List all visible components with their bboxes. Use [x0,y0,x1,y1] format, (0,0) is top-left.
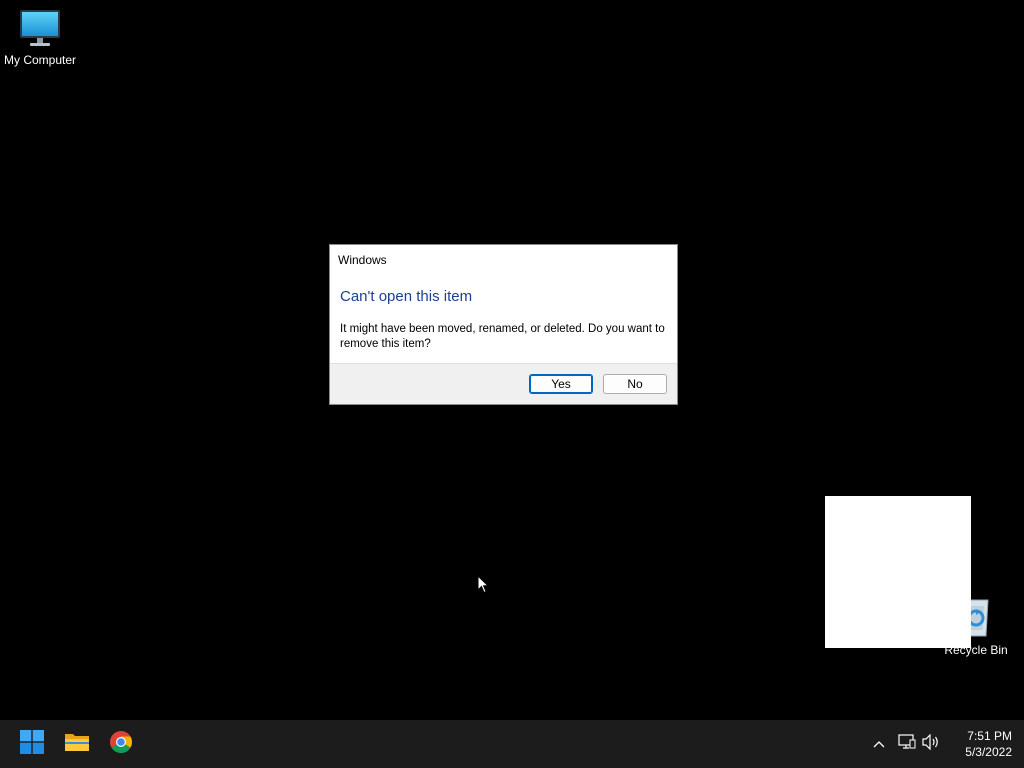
network-button[interactable] [896,732,918,756]
show-hidden-icons-button[interactable] [868,732,890,756]
desktop-icon-my-computer[interactable]: My Computer [0,8,80,67]
network-icon [898,733,916,755]
clock-time: 7:51 PM [967,729,1012,743]
dialog-message: It might have been moved, renamed, or de… [340,323,665,350]
mouse-pointer-icon [477,574,490,599]
desktop: My Computer Recycle Bin Windows Can't op… [0,0,1024,720]
volume-icon [922,733,940,755]
chrome-button[interactable] [103,726,139,762]
windows-start-icon [20,729,44,759]
monitor-icon [18,10,62,51]
no-button[interactable]: No [603,374,667,394]
yes-button[interactable]: Yes [529,374,593,394]
dialog-footer: Yes No [330,363,677,404]
blank-window[interactable] [825,496,971,648]
taskbar: 7:51 PM 5/3/2022 [0,720,1024,768]
error-dialog: Windows Can't open this item It might ha… [329,244,678,405]
chrome-icon [109,730,133,759]
dialog-title: Windows [338,253,387,267]
volume-button[interactable] [920,732,942,756]
taskbar-clock[interactable]: 7:51 PM 5/3/2022 [946,728,1012,760]
file-explorer-button[interactable] [59,726,95,762]
folder-icon [64,731,90,758]
clock-date: 5/3/2022 [965,745,1012,759]
start-button[interactable] [14,726,50,762]
chevron-up-icon [873,735,885,753]
desktop-icon-label: My Computer [3,53,77,67]
dialog-heading: Can't open this item [340,288,473,305]
